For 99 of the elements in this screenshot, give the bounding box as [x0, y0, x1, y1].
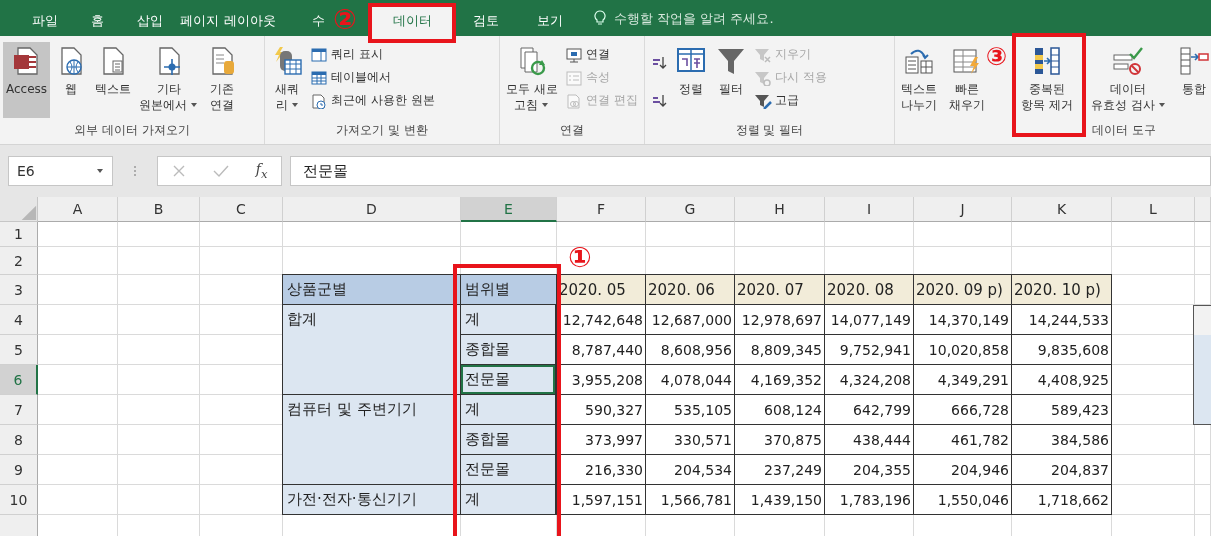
- table-cell: 계: [460, 304, 557, 335]
- table-icon: [310, 69, 328, 86]
- ribbon-tab[interactable]: 보기: [520, 5, 580, 36]
- ribbon-button[interactable]: Access: [3, 42, 51, 118]
- empty-cell: [1195, 247, 1211, 275]
- column-header[interactable]: B: [118, 197, 200, 222]
- lightbulb-icon: [594, 10, 606, 26]
- insert-function-button[interactable]: f$_{x}$: [255, 161, 268, 181]
- ribbon-button[interactable]: 통합: [1174, 42, 1211, 118]
- step-number: ②: [333, 6, 357, 34]
- ribbon-button[interactable]: 테이블에서: [308, 67, 437, 88]
- ribbon-button[interactable]: 새쿼 리: [268, 42, 306, 118]
- ribbon-tab[interactable]: 홈: [72, 5, 122, 36]
- table-cell: 상품군별: [282, 274, 461, 305]
- ribbon-button[interactable]: 연결: [562, 44, 640, 65]
- column-header[interactable]: J: [914, 197, 1012, 222]
- column-header[interactable]: L: [1112, 197, 1195, 222]
- row-header[interactable]: 1: [0, 222, 38, 247]
- table-cell: 2020. 09 p): [913, 274, 1012, 305]
- ribbon-button[interactable]: 기타 원본에서: [136, 42, 202, 118]
- table-cell: 2020. 10 p): [1011, 274, 1112, 305]
- ribbon-tab[interactable]: 삽입: [122, 5, 178, 36]
- ribbon-tab[interactable]: 페이지 레이아웃: [178, 5, 278, 36]
- filter-pencil-icon: [754, 92, 772, 109]
- table-cell: 전문몰: [460, 454, 557, 485]
- row-header[interactable]: 6: [0, 365, 38, 395]
- ribbon-button[interactable]: 기존 연결: [203, 42, 242, 118]
- table-cell: 계: [460, 394, 557, 425]
- table-cell: 계: [460, 484, 557, 515]
- ribbon-button[interactable]: 필터: [712, 42, 750, 118]
- column-header[interactable]: H: [735, 197, 825, 222]
- ribbon-button[interactable]: 웹: [52, 42, 91, 118]
- grip-icon: [133, 164, 137, 178]
- group-label: 외부 데이터 가져오기: [73, 122, 191, 139]
- table-cell: 2020. 07: [734, 274, 825, 305]
- row-header[interactable]: 5: [0, 335, 38, 365]
- ribbon-button[interactable]: 정렬: [672, 42, 710, 118]
- row-header[interactable]: 2: [0, 247, 38, 275]
- column-header[interactable]: K: [1012, 197, 1112, 222]
- column-header[interactable]: A: [38, 197, 118, 222]
- table-cell: 범위별: [460, 274, 557, 305]
- formula-field[interactable]: 전문몰: [290, 156, 1211, 186]
- column-header[interactable]: C: [200, 197, 283, 222]
- group-label: 가져오기 및 변환: [335, 122, 429, 139]
- ribbon-button[interactable]: 쿼리 표시: [308, 44, 437, 65]
- checklist-icon: [1112, 45, 1145, 77]
- column-header[interactable]: G: [646, 197, 735, 222]
- check-icon[interactable]: [212, 164, 229, 178]
- ribbon-button[interactable]: 텍스트: [92, 42, 135, 118]
- table-cell: 합계: [282, 304, 461, 395]
- column-header[interactable]: D: [283, 197, 461, 222]
- filter-clear-icon: [754, 46, 772, 63]
- ribbon-button[interactable]: 최근에 사용한 원본: [308, 90, 437, 111]
- table-cell: 2020. 08: [824, 274, 914, 305]
- column-header[interactable]: [1195, 197, 1211, 222]
- row-header[interactable]: 7: [0, 395, 38, 425]
- caret-icon: [96, 167, 104, 175]
- table-cell: 종합몰: [460, 424, 557, 455]
- ribbon-button[interactable]: 빠른 채우기: [946, 42, 988, 118]
- list-icon: [564, 69, 583, 86]
- group-label: 정렬 및 필터: [734, 122, 805, 139]
- table-cell: 가전·전자·통신기기: [282, 484, 461, 515]
- link-document-icon: [564, 92, 583, 109]
- ribbon-button[interactable]: 모두 새로 고침: [503, 42, 561, 118]
- sort-descending-icon: [650, 92, 668, 108]
- column-header[interactable]: E: [461, 197, 557, 222]
- row-header[interactable]: 10: [0, 485, 38, 515]
- table-cell: 1,718,662: [1011, 484, 1112, 515]
- table-cell: 2020. 06: [645, 274, 735, 305]
- monitor-icon: [564, 46, 583, 63]
- cancel-icon[interactable]: [171, 164, 186, 178]
- step-number: ①: [568, 244, 592, 272]
- clock-document-icon: [310, 92, 328, 109]
- row-header[interactable]: [0, 515, 38, 536]
- ribbon-button[interactable]: 고급: [752, 90, 829, 111]
- table-cell: 컴퓨터 및 주변기기: [282, 394, 461, 485]
- column-header[interactable]: I: [825, 197, 914, 222]
- column-header[interactable]: F: [557, 197, 646, 222]
- filter-refresh-icon: [754, 69, 772, 86]
- ribbon-tab[interactable]: 파일: [18, 5, 72, 36]
- tell-me-field[interactable]: 수행할 작업을 알려 주세요.: [612, 9, 836, 27]
- row-header[interactable]: 8: [0, 425, 38, 455]
- ribbon-button[interactable]: 텍스트 나누기: [898, 42, 940, 118]
- table-cell: 종합몰: [460, 334, 557, 365]
- ribbon-button[interactable]: 데이터 유효성 검사: [1087, 42, 1169, 118]
- step-number: ③: [986, 44, 1008, 69]
- table-cell: 전문몰: [460, 364, 557, 395]
- row-header[interactable]: 9: [0, 455, 38, 485]
- window-icon: [310, 46, 328, 63]
- empty-cell: [1195, 485, 1211, 515]
- row-header[interactable]: 4: [0, 305, 38, 335]
- group-label: 데이터 도구: [1091, 122, 1157, 139]
- row-header[interactable]: 3: [0, 275, 38, 305]
- empty-cell: [1195, 455, 1211, 485]
- name-box[interactable]: E6: [8, 156, 113, 186]
- sort-ascending-icon: [650, 54, 668, 70]
- ribbon-tab[interactable]: 검토: [452, 5, 520, 36]
- group-label: 연결: [559, 122, 585, 139]
- ribbon-tab[interactable]: 데이터: [372, 5, 452, 36]
